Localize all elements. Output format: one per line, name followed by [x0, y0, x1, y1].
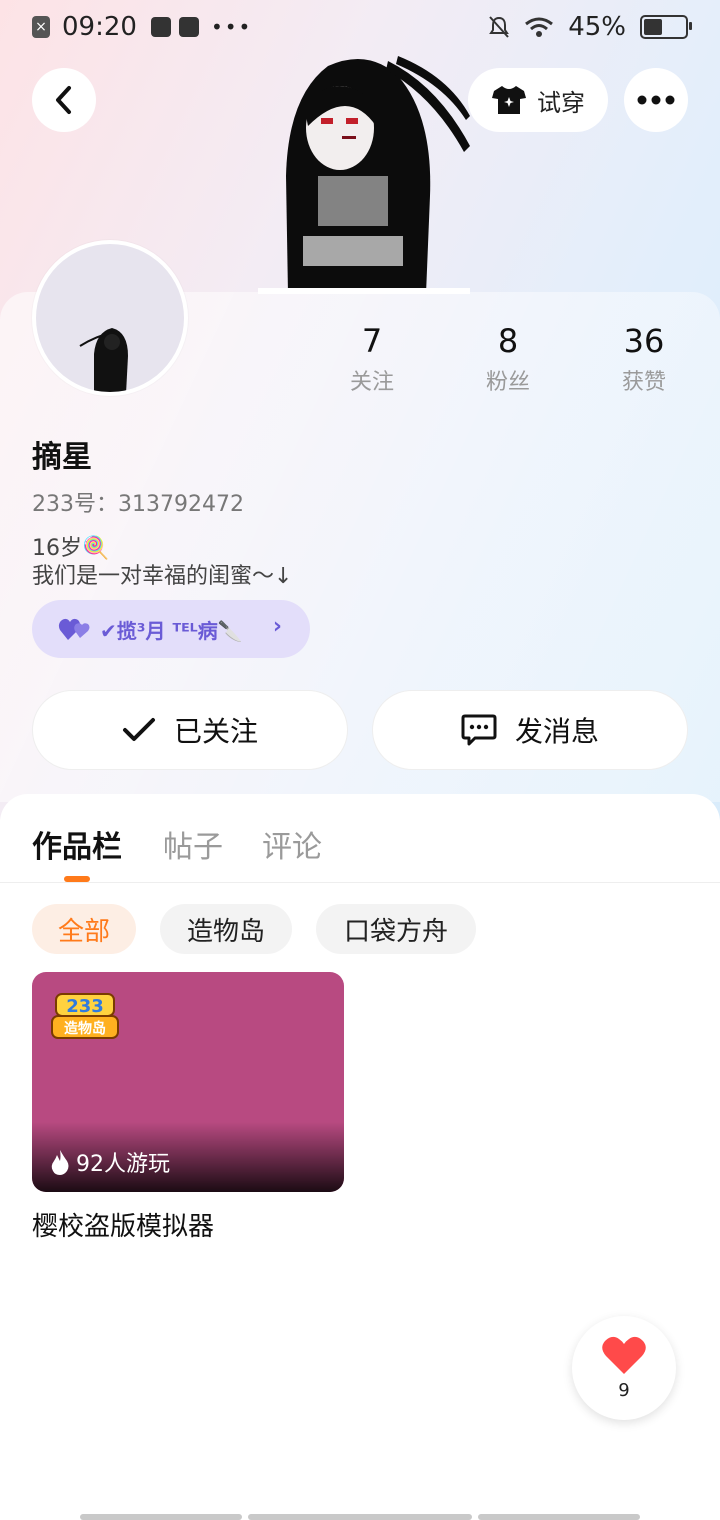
- more-notifications-icon: •••: [210, 15, 253, 39]
- chat-bubble-icon: [461, 714, 497, 746]
- family-badge-label: ✔揽³月 ᵀᴱᴸ病🔪: [100, 618, 243, 643]
- status-bar: × 09:20 ••• 45%: [0, 0, 720, 56]
- tab-posts[interactable]: 帖子: [163, 822, 223, 866]
- stat-fans[interactable]: 8 粉丝: [448, 322, 568, 396]
- battery-icon: [640, 15, 692, 39]
- user-id[interactable]: 233号：313792472: [32, 486, 244, 518]
- stat-likes-count: 36: [623, 322, 665, 360]
- logo-name: 造物岛: [64, 1020, 106, 1037]
- like-count: 9: [618, 1380, 630, 1401]
- status-time: 09:20: [62, 12, 137, 42]
- notification-app-icon: ×: [32, 16, 50, 38]
- followed-button[interactable]: 已关注: [32, 690, 348, 770]
- heart-icon: [602, 1336, 646, 1374]
- media-icon: [150, 17, 171, 37]
- play-count-label: 92人游玩: [76, 1152, 170, 1177]
- try-on-label: 试穿: [537, 88, 585, 117]
- send-message-button[interactable]: 发消息: [372, 690, 688, 770]
- battery-percent: 45%: [568, 12, 626, 42]
- avatar-image: [79, 328, 128, 392]
- stat-following-label: 关注: [349, 370, 394, 395]
- followed-label: 已关注: [173, 715, 258, 748]
- chip-all[interactable]: 全部: [32, 904, 136, 954]
- stat-likes-label: 获赞: [621, 370, 666, 395]
- nickname: 摘星: [32, 440, 92, 475]
- character-model-image: [258, 56, 470, 295]
- send-message-label: 发消息: [514, 715, 599, 748]
- stat-following[interactable]: 7 关注: [312, 322, 432, 396]
- logo-number: 233: [66, 996, 104, 1017]
- stat-following-count: 7: [361, 322, 383, 360]
- play-count: 92人游玩: [50, 1146, 170, 1178]
- flame-icon: [51, 1150, 69, 1175]
- checkmark-icon: [122, 718, 155, 741]
- tab-works[interactable]: 作品栏: [32, 822, 122, 866]
- like-button[interactable]: 9: [572, 1316, 676, 1420]
- back-button[interactable]: [32, 68, 96, 132]
- work-title[interactable]: 樱校盗版模拟器: [32, 1206, 214, 1243]
- try-on-button[interactable]: 试穿: [468, 68, 608, 132]
- mute-icon: [489, 16, 510, 38]
- stat-fans-count: 8: [497, 322, 519, 360]
- wifi-icon: [525, 17, 554, 37]
- stat-likes[interactable]: 36 获赞: [584, 322, 704, 396]
- tab-divider: [0, 882, 720, 883]
- double-heart-icon: [58, 618, 90, 640]
- chip-pocket-ark[interactable]: 口袋方舟: [316, 904, 476, 954]
- gesture-bar-segment: [80, 1514, 242, 1520]
- family-badge[interactable]: ✔揽³月 ᵀᴱᴸ病🔪 ›: [32, 600, 310, 658]
- chevron-left-icon: [56, 86, 71, 114]
- gesture-bar-segment: [478, 1514, 640, 1520]
- bio-line-2: 我们是一对幸福的闺蜜～↓: [32, 564, 293, 589]
- gesture-bar-segment: [248, 1514, 472, 1520]
- chip-creation-island[interactable]: 造物岛: [160, 904, 292, 954]
- avatar[interactable]: [32, 240, 188, 396]
- work-card[interactable]: 233 造物岛 92人游玩: [32, 972, 344, 1192]
- tshirt-icon: [492, 86, 526, 114]
- mail-icon: [178, 17, 199, 37]
- more-options-button[interactable]: [624, 68, 688, 132]
- tab-comments[interactable]: 评论: [262, 822, 322, 866]
- more-dots-icon: [637, 95, 675, 105]
- creation-island-logo: 233 造物岛: [51, 993, 119, 1039]
- stat-fans-label: 粉丝: [485, 370, 530, 395]
- chevron-right-icon: ›: [272, 614, 282, 639]
